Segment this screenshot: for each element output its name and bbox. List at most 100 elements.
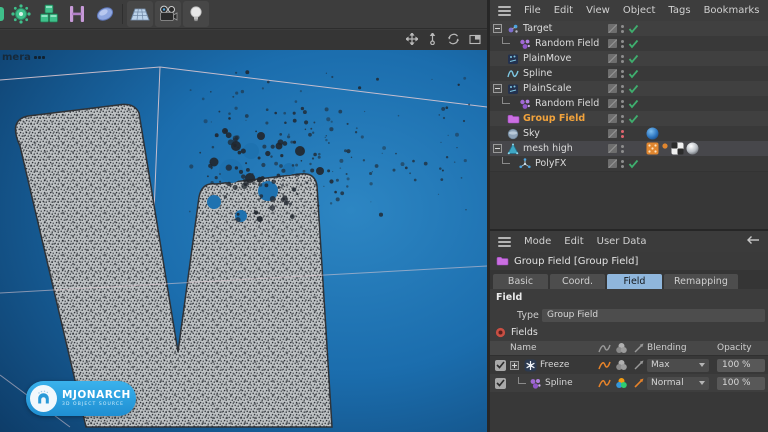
visibility-dots[interactable] [621,24,624,33]
disc-icon[interactable] [92,1,118,27]
om-menu-icon[interactable] [498,5,511,16]
color-blend-icon-rgb[interactable] [613,377,630,389]
opacity-field[interactable]: 100 % [717,376,765,390]
mograph-gear-icon[interactable] [8,1,34,27]
visibility-dots[interactable] [621,114,624,123]
column-opacity[interactable]: Opacity [717,343,768,353]
layer-toggle[interactable] [608,99,617,108]
visibility-dots[interactable] [621,144,624,153]
om-menu-tags[interactable]: Tags [668,5,690,16]
layer-toggle[interactable] [608,114,617,123]
object-label[interactable]: mesh high [523,143,573,154]
collapse-icon[interactable] [493,84,502,93]
om-menu-file[interactable]: File [524,5,541,16]
tree-row-random-field-1[interactable]: Random Field [490,36,768,51]
material-sphere-tag-icon[interactable] [686,142,699,155]
object-label[interactable]: PolyFX [535,158,566,169]
maximize-view-icon[interactable] [469,34,481,45]
visibility-dots[interactable] [621,84,624,93]
floor-icon[interactable] [127,1,153,27]
tree-row-polyfx[interactable]: PolyFX [490,156,768,171]
mospline-icon[interactable] [64,1,90,27]
collapse-icon[interactable] [493,24,502,33]
color-blend-icon-gray[interactable] [613,359,630,371]
enabled-check-icon[interactable] [628,84,639,94]
cloner-cubes-icon[interactable] [36,1,62,27]
falloff-curve-icon[interactable] [596,378,613,389]
visibility-dots[interactable] [621,69,624,78]
om-menu-bookmarks[interactable]: Bookmarks [704,5,760,16]
layer-toggle[interactable] [608,84,617,93]
blending-dropdown[interactable]: Normal [647,376,709,390]
light-icon[interactable] [183,1,209,27]
dolly-icon[interactable] [427,33,438,45]
am-menu-icon[interactable] [498,236,511,247]
field-name[interactable]: Freeze [540,360,569,370]
3d-viewport[interactable]: mera MJONARCH 3D OBJECT SOURCE [0,50,487,432]
object-label[interactable]: Random Field [535,98,599,109]
object-label[interactable]: PlainMove [523,53,571,64]
direction-icon-gray[interactable] [630,359,647,371]
pan-icon[interactable] [406,33,418,45]
column-blending[interactable]: Blending [647,343,717,353]
layer-toggle[interactable] [608,39,617,48]
tree-row-sky[interactable]: Sky [490,126,768,141]
back-arrow-icon[interactable] [746,235,760,248]
object-label[interactable]: Target [523,23,552,34]
direction-column-icon[interactable] [630,342,647,354]
tree-row-spline[interactable]: Spline [490,66,768,81]
enabled-check-icon[interactable] [628,99,639,109]
am-menu-userdata[interactable]: User Data [597,236,647,247]
layer-toggle[interactable] [608,129,617,138]
layer-toggle[interactable] [608,159,617,168]
enabled-check-icon[interactable] [628,39,639,49]
polyfx-tag-icon[interactable] [646,142,659,155]
orange-dot-tag-icon[interactable] [661,142,669,155]
enabled-check-icon[interactable] [628,24,639,34]
om-menu-view[interactable]: View [586,5,610,16]
expand-icon[interactable] [510,360,519,370]
om-menu-object[interactable]: Object [623,5,656,16]
field-row-freeze[interactable]: Freeze Max 100 % [490,356,768,374]
clipped-green-icon[interactable] [0,1,6,27]
blending-dropdown[interactable]: Max [647,358,709,372]
field-row-spline[interactable]: Spline Normal 100 % [490,374,768,392]
column-name[interactable]: Name [510,343,596,353]
tab-field[interactable]: Field [607,274,662,289]
visibility-dots-red[interactable] [621,129,624,138]
camera-icon[interactable] [155,1,181,27]
checker-tag-icon[interactable] [671,142,684,155]
visibility-dots[interactable] [621,99,624,108]
color-blend-column-icon[interactable] [613,342,630,354]
object-label[interactable]: Random Field [535,38,599,49]
tree-row-group-field[interactable]: Group Field [490,111,768,126]
object-label[interactable]: Sky [523,128,540,139]
direction-icon-orange[interactable] [630,377,647,389]
tree-row-random-field-2[interactable]: Random Field [490,96,768,111]
opacity-field[interactable]: 100 % [717,358,765,372]
sky-texture-tag-icon[interactable] [646,127,659,140]
tree-row-mesh-high[interactable]: mesh high [490,141,768,156]
layer-toggle[interactable] [608,69,617,78]
collapse-icon[interactable] [493,144,502,153]
tab-remapping[interactable]: Remapping [664,274,738,289]
camera-label[interactable]: mera [2,52,45,63]
type-value-dropdown[interactable]: Group Field [542,308,765,322]
layer-toggle[interactable] [608,24,617,33]
orbit-icon[interactable] [447,33,460,45]
visibility-dots[interactable] [621,159,624,168]
am-menu-mode[interactable]: Mode [524,236,551,247]
am-menu-edit[interactable]: Edit [564,236,583,247]
enabled-check-icon[interactable] [628,69,639,79]
falloff-curve-icon[interactable] [596,360,613,371]
visibility-dots[interactable] [621,39,624,48]
object-label[interactable]: PlainScale [523,83,571,94]
visibility-dots[interactable] [621,54,624,63]
layer-toggle[interactable] [608,54,617,63]
object-label-selected[interactable]: Group Field [523,113,585,124]
enabled-check-icon[interactable] [628,114,639,124]
tree-row-target[interactable]: Target [490,21,768,36]
field-checkbox[interactable] [494,377,506,389]
object-label[interactable]: Spline [523,68,552,79]
layer-toggle[interactable] [608,144,617,153]
